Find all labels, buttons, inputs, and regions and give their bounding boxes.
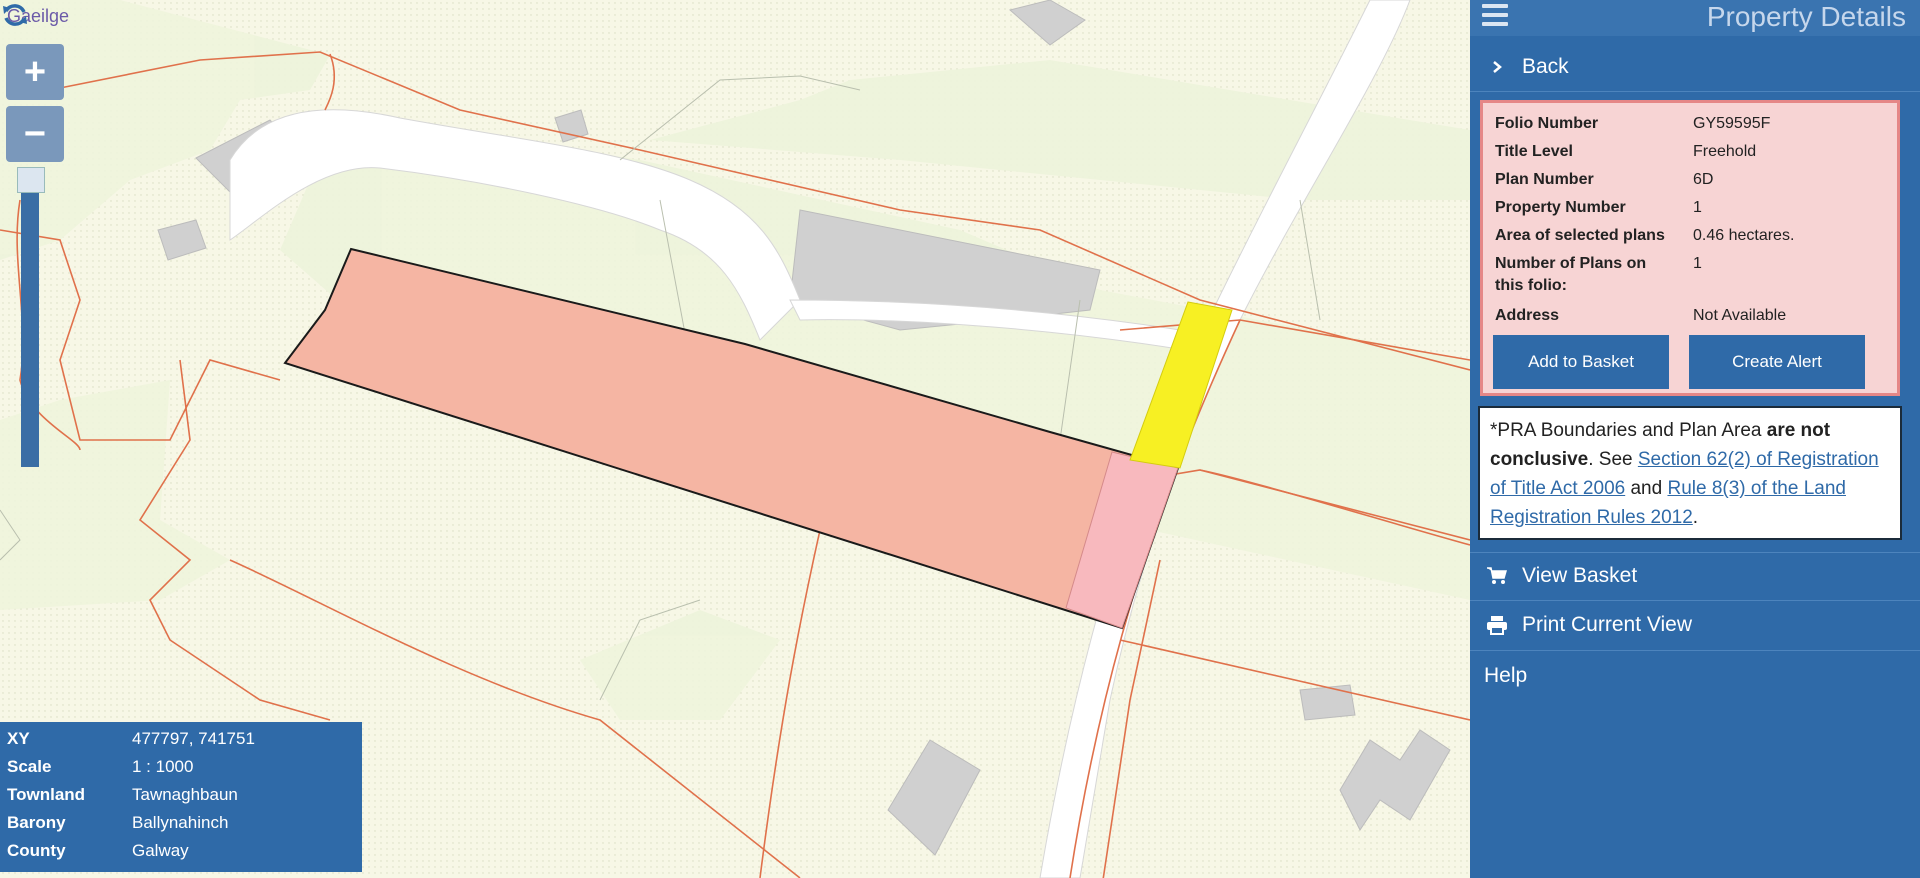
- menu-icon[interactable]: [1482, 4, 1508, 28]
- detail-label: Plan Number: [1495, 171, 1594, 188]
- help-label: Help: [1484, 664, 1528, 687]
- detail-row-folio: Folio Number GY59595F: [1495, 113, 1770, 135]
- detail-label: Property Number: [1495, 199, 1626, 216]
- detail-row-title-level: Title Level Freehold: [1495, 141, 1756, 163]
- zoom-slider-track[interactable]: [21, 185, 39, 467]
- detail-label: this folio:: [1495, 277, 1567, 294]
- map-view[interactable]: Gaeilge + − XY 477797, 741751 Scale 1 : …: [0, 0, 1470, 878]
- chevron-right-icon: [1484, 59, 1510, 75]
- view-basket-link[interactable]: View Basket: [1470, 552, 1920, 600]
- zoom-in-button[interactable]: +: [6, 44, 64, 100]
- property-details-box: Folio Number GY59595F Title Level Freeho…: [1480, 100, 1900, 396]
- detail-row-address: Address Not Available: [1495, 305, 1786, 327]
- property-details-panel: Property Details Back Folio Number GY595…: [1470, 0, 1920, 878]
- info-row-county: County Galway: [7, 841, 189, 861]
- printer-icon: [1484, 615, 1510, 635]
- detail-row-number-of-plans-cont: this folio:: [1495, 275, 1693, 297]
- add-to-basket-button[interactable]: Add to Basket: [1493, 335, 1669, 389]
- detail-value: 0.46 hectares.: [1693, 227, 1795, 244]
- info-row-barony: Barony Ballynahinch: [7, 813, 228, 833]
- print-current-view-link[interactable]: Print Current View: [1470, 601, 1920, 649]
- detail-label: Address: [1495, 307, 1560, 324]
- detail-label: Area of selected plans: [1495, 227, 1665, 244]
- info-label: XY: [7, 729, 30, 748]
- zoom-out-button[interactable]: −: [6, 106, 64, 162]
- info-row-xy: XY 477797, 741751: [7, 729, 255, 749]
- info-row-scale: Scale 1 : 1000: [7, 757, 193, 777]
- info-label: Scale: [7, 757, 52, 776]
- back-label: Back: [1522, 55, 1569, 78]
- detail-value: 1: [1693, 255, 1702, 272]
- detail-label: Folio Number: [1495, 115, 1599, 132]
- detail-value: Not Available: [1693, 307, 1787, 324]
- zoom-slider-handle[interactable]: [17, 167, 45, 193]
- create-alert-button[interactable]: Create Alert: [1689, 335, 1865, 389]
- help-link[interactable]: Help: [1470, 652, 1920, 700]
- info-row-townland: Townland Tawnaghbaun: [7, 785, 238, 805]
- detail-row-property-number: Property Number 1: [1495, 197, 1702, 219]
- detail-row-plan-number: Plan Number 6D: [1495, 169, 1713, 191]
- panel-header: Property Details: [1470, 0, 1920, 36]
- location-info-box: XY 477797, 741751 Scale 1 : 1000 Townlan…: [0, 722, 362, 872]
- info-value: Ballynahinch: [132, 813, 229, 832]
- info-value: 1 : 1000: [132, 757, 194, 776]
- print-view-label: Print Current View: [1522, 613, 1693, 636]
- info-value: Galway: [132, 841, 189, 860]
- disclaimer-text: .: [1692, 507, 1699, 528]
- refresh-icon[interactable]: [0, 0, 30, 30]
- detail-value: GY59595F: [1693, 115, 1771, 132]
- info-value: Tawnaghbaun: [132, 785, 238, 804]
- zoom-out-icon: −: [23, 113, 47, 155]
- detail-row-area: Area of selected plans 0.46 hectares.: [1495, 225, 1794, 247]
- detail-value: 1: [1693, 199, 1702, 216]
- divider: [1470, 91, 1920, 92]
- info-label: Townland: [7, 785, 86, 804]
- info-label: Barony: [7, 813, 66, 832]
- detail-label: Number of Plans on: [1495, 255, 1647, 272]
- detail-label: Title Level: [1495, 143, 1573, 160]
- back-link[interactable]: Back: [1470, 43, 1920, 91]
- disclaimer-text: and: [1625, 478, 1668, 499]
- info-value: 477797, 741751: [132, 729, 255, 748]
- cart-icon: [1484, 566, 1510, 586]
- panel-title: Property Details: [1706, 1, 1906, 32]
- disclaimer-text: . See: [1588, 449, 1638, 470]
- disclaimer-text: *PRA Boundaries and Plan Area: [1490, 420, 1767, 441]
- detail-row-number-of-plans: Number of Plans on 1: [1495, 253, 1702, 275]
- divider: [1470, 650, 1920, 651]
- detail-value: 6D: [1693, 171, 1714, 188]
- view-basket-label: View Basket: [1522, 564, 1638, 587]
- zoom-in-icon: +: [23, 51, 47, 93]
- info-label: County: [7, 841, 66, 860]
- boundary-disclaimer: *PRA Boundaries and Plan Area are not co…: [1478, 406, 1902, 540]
- detail-value: Freehold: [1693, 143, 1757, 160]
